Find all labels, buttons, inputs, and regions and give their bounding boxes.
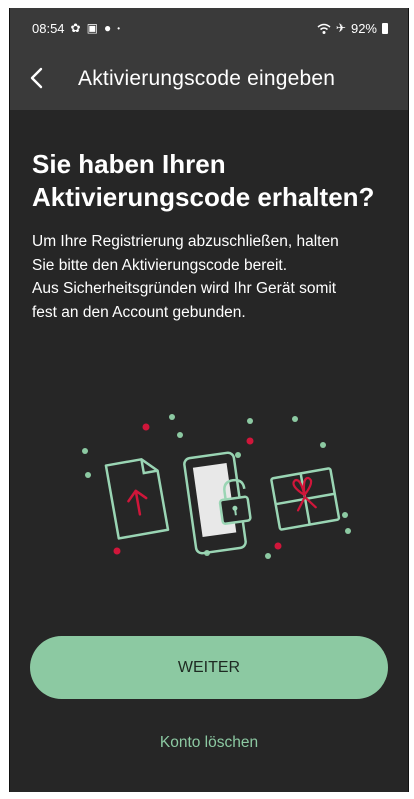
app-bar: Aktivierungscode eingeben — [10, 48, 408, 110]
gift-icon — [270, 467, 341, 531]
battery-percent: 92% — [350, 21, 377, 36]
description-line-3: Aus Sicherheitsgründen wird Ihr Gerät so… — [32, 280, 337, 297]
status-left: 08:54 ✿ ▣ ● • — [32, 21, 120, 36]
description-line-2: Sie bitte den Aktivierungscode bereit. — [32, 256, 288, 274]
activation-illustration — [82, 414, 351, 559]
delete-account-link[interactable]: Konto löschen — [10, 734, 408, 752]
status-bar: 08:54 ✿ ▣ ● • ✈ 92% — [10, 8, 408, 48]
location-icon: ● — [103, 21, 112, 35]
phone-screen: 08:54 ✿ ▣ ● • ✈ 92% Aktivierungscode ein… — [9, 8, 409, 792]
content-area: Sie haben Ihren Aktivierungscode erhalte… — [32, 148, 392, 324]
headline-line-1: Sie haben Ihren — [32, 149, 226, 179]
headline: Sie haben Ihren Aktivierungscode erhalte… — [32, 148, 392, 214]
airplane-icon: ✈ — [335, 21, 346, 35]
description-line-4: fest an den Account gebunden. — [32, 303, 246, 321]
status-right: ✈ 92% — [317, 21, 388, 36]
document-upload-icon — [104, 458, 170, 540]
wifi-icon — [317, 23, 331, 34]
description: Um Ihre Registrierung abzuschließen, hal… — [32, 230, 392, 324]
page-title: Aktivierungscode eingeben — [78, 67, 336, 90]
headline-line-2: Aktivierungscode erhalten? — [32, 182, 375, 212]
continue-button[interactable]: WEITER — [30, 636, 388, 699]
settings-icon: ✿ — [70, 21, 81, 35]
chevron-left-icon[interactable] — [26, 66, 48, 90]
dot-icon: • — [117, 24, 121, 33]
gallery-icon: ▣ — [86, 21, 98, 35]
description-line-1: Um Ihre Registrierung abzuschließen, hal… — [32, 233, 339, 250]
battery-icon — [382, 23, 388, 34]
status-time: 08:54 — [32, 21, 65, 36]
phone-unlock-icon — [183, 451, 252, 555]
